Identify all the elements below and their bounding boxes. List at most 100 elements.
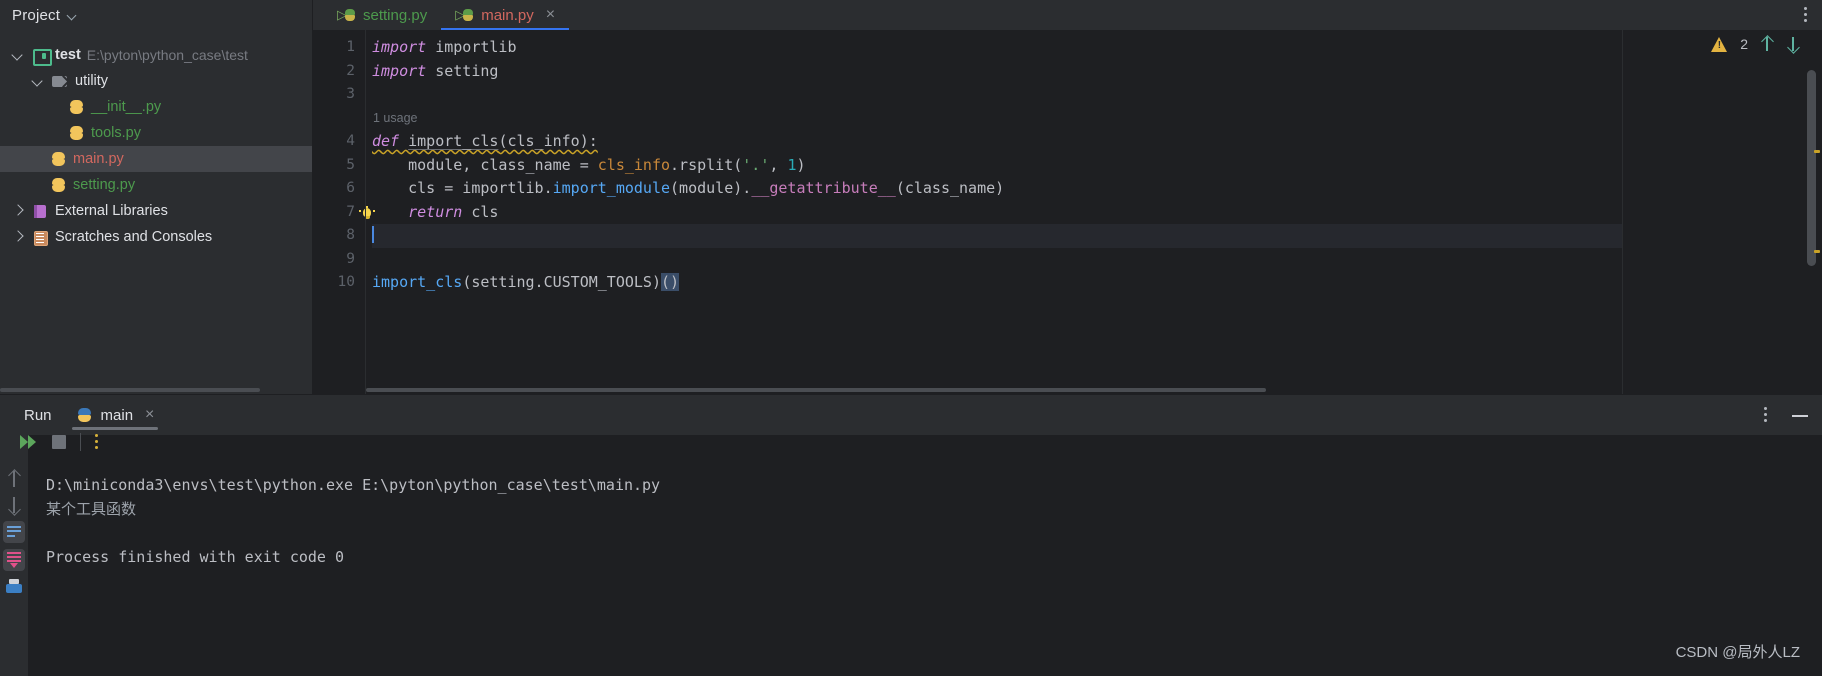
more-options-kebab-icon[interactable]: [1764, 407, 1768, 423]
chevron-right-icon[interactable]: [10, 203, 26, 219]
library-book-icon: [32, 203, 49, 220]
tab-setting-py[interactable]: ▷ setting.py: [323, 0, 441, 30]
sidebar-item-setting-py[interactable]: setting.py: [0, 172, 312, 198]
editor-gutter[interactable]: 1 2 3 . 4 5 6 7 8 9 10: [313, 30, 375, 394]
code-line-2: import setting: [372, 61, 499, 80]
more-options-kebab-icon[interactable]: [95, 434, 99, 450]
watermark: CSDN @局外人LZ: [1675, 644, 1800, 661]
tree-item-label: main.py: [73, 151, 124, 167]
print-icon[interactable]: [3, 577, 25, 599]
run-tool-window: Run main × D:\miniconda3\envs\test\pytho…: [0, 394, 1822, 676]
sidebar-item-utility[interactable]: utility: [0, 68, 312, 94]
scroll-up-icon[interactable]: [6, 469, 22, 489]
line-number: 9: [346, 250, 355, 267]
arrow-down-icon[interactable]: [1786, 36, 1800, 52]
sidebar-item-main-py[interactable]: main.py: [0, 146, 312, 172]
scroll-to-end-icon[interactable]: [3, 549, 25, 571]
editor-right-gutter: 2: [1622, 30, 1822, 394]
python-test-file-icon: ▷: [337, 7, 355, 23]
line-number: 4: [346, 133, 355, 149]
gutter-spacer: .: [313, 107, 355, 131]
python-file-icon: [50, 177, 67, 194]
python-file-icon: [68, 99, 85, 116]
run-tool-window-title: Run: [24, 406, 52, 424]
project-tree: test E:\pyton\python_case\test utility _…: [0, 42, 312, 250]
tree-item-label: External Libraries: [55, 203, 168, 219]
warning-triangle-icon: [1711, 36, 1728, 52]
close-icon[interactable]: ×: [145, 407, 154, 423]
text-caret: [372, 226, 374, 243]
line-number: 6: [346, 180, 355, 196]
sidebar-item-init-py[interactable]: __init__.py: [0, 94, 312, 120]
code-line-8: [372, 224, 1622, 248]
source-folder-icon: [52, 73, 69, 90]
editor-vertical-scrollbar[interactable]: [1807, 70, 1816, 266]
code-line-4: def import_cls(cls_info):: [372, 132, 598, 150]
line-number: 10: [337, 274, 355, 290]
arrow-up-icon[interactable]: [1760, 36, 1774, 52]
stop-icon[interactable]: [52, 435, 66, 449]
code-line-5: module, class_name = cls_info.rsplit('.'…: [372, 155, 806, 174]
code-line-1: import importlib: [372, 38, 517, 56]
tree-item-label: Scratches and Consoles: [55, 229, 213, 245]
scroll-down-icon[interactable]: [6, 495, 22, 515]
run-rail-buttons: [0, 435, 28, 599]
run-header-actions: [1764, 395, 1808, 435]
chevron-down-icon[interactable]: [67, 10, 78, 21]
tree-item-label: tools.py: [91, 125, 141, 141]
sidebar-item-tools-py[interactable]: tools.py: [0, 120, 312, 146]
console-line: Process finished with exit code 0: [46, 548, 345, 566]
line-number: 8: [346, 227, 355, 243]
toolbar-divider: [80, 433, 81, 451]
minimize-icon[interactable]: [1792, 407, 1808, 423]
python-file-icon: [50, 151, 67, 168]
run-console-toolbar: [14, 425, 99, 459]
console-line: 某个工具函数: [46, 500, 137, 518]
code-editor[interactable]: import importlib import setting 1 usage …: [365, 30, 1622, 394]
project-title: Project: [12, 6, 61, 24]
editor-tabbar: ▷ setting.py ▷ main.py ×: [313, 0, 1822, 31]
chevron-down-icon[interactable]: [30, 73, 46, 89]
usage-hint[interactable]: 1 usage: [372, 107, 1622, 131]
module-folder-icon: [32, 47, 52, 66]
editor-horizontal-scrollbar[interactable]: [366, 388, 1266, 392]
sidebar-item-test[interactable]: test E:\pyton\python_case\test: [0, 42, 312, 68]
sidebar-item-external-libraries[interactable]: External Libraries: [0, 198, 312, 224]
code-line-6: cls = importlib.import_module(module).__…: [372, 179, 1005, 197]
inspection-marker[interactable]: [1814, 250, 1820, 253]
python-run-config-icon: [76, 407, 93, 424]
run-tab-label: main: [100, 406, 134, 424]
tree-item-label: test: [55, 47, 81, 63]
sidebar-horizontal-scrollbar[interactable]: [0, 388, 260, 392]
tab-main-py[interactable]: ▷ main.py ×: [441, 0, 569, 31]
run-tool-window-header: Run main ×: [0, 395, 1822, 435]
line-number: 3: [346, 86, 355, 102]
close-icon[interactable]: ×: [546, 7, 555, 23]
sidebar-item-scratches-and-consoles[interactable]: Scratches and Consoles: [0, 224, 312, 250]
line-number: 7: [346, 203, 355, 220]
rerun-icon[interactable]: [20, 435, 38, 449]
line-number: 5: [346, 156, 355, 173]
chevron-down-icon[interactable]: [10, 47, 26, 63]
soft-wrap-icon[interactable]: [3, 521, 25, 543]
python-test-file-icon: ▷: [455, 7, 474, 23]
chevron-right-icon[interactable]: [10, 229, 26, 245]
line-number: 2: [346, 62, 355, 79]
tab-label: setting.py: [363, 6, 428, 24]
inspection-widget[interactable]: 2: [1711, 36, 1800, 52]
project-sidebar: Project test E:\pyton\python_case\test u…: [0, 0, 313, 394]
more-options-kebab-icon[interactable]: [1804, 7, 1808, 23]
run-body: D:\miniconda3\envs\test\python.exe E:\py…: [0, 433, 1822, 676]
pycharm-window: Project test E:\pyton\python_case\test u…: [0, 0, 1822, 676]
inspection-marker[interactable]: [1814, 150, 1820, 153]
editor-body: 1 2 3 . 4 5 6 7 8 9 10: [313, 30, 1822, 394]
run-console[interactable]: D:\miniconda3\envs\test\python.exe E:\py…: [20, 433, 1822, 676]
code-line-10: import_cls(setting.CUSTOM_TOOLS)(): [372, 273, 680, 291]
python-file-icon: [68, 125, 85, 142]
project-tool-window-header[interactable]: Project: [0, 0, 312, 30]
console-line: D:\miniconda3\envs\test\python.exe E:\py…: [46, 476, 661, 494]
line-number: 1: [346, 39, 355, 55]
tree-item-label: __init__.py: [91, 99, 162, 115]
